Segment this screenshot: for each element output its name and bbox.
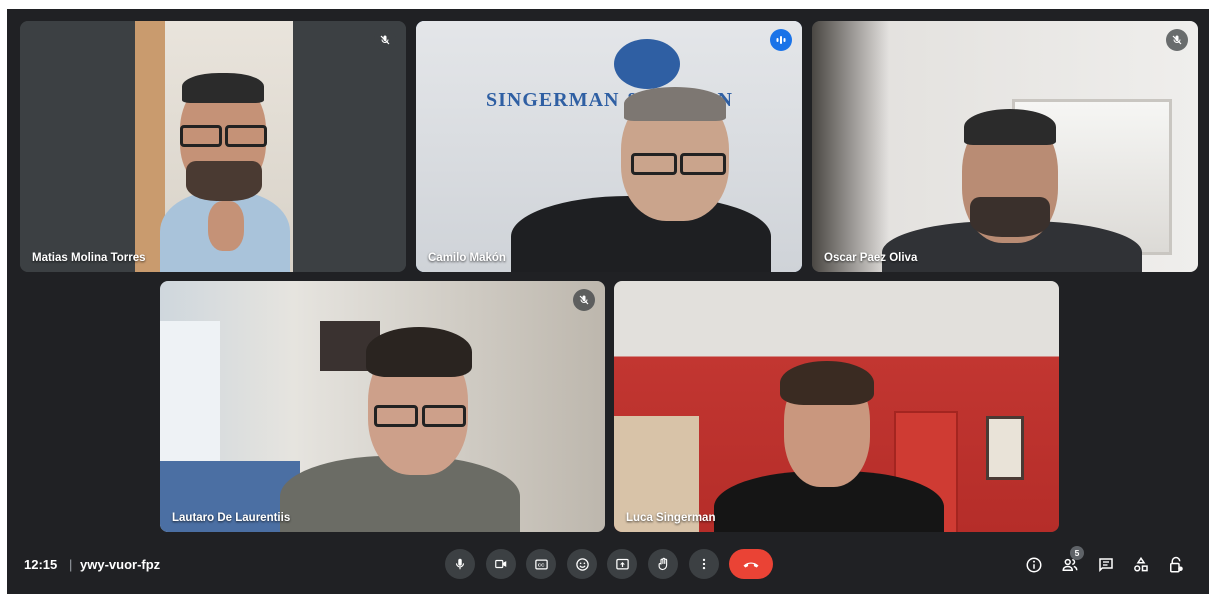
participant-name: Oscar Paez Oliva (824, 252, 918, 264)
divider: | (69, 557, 73, 572)
present-screen-button[interactable] (607, 549, 637, 579)
participant-tile-lautaro[interactable]: Lautaro De Laurentiis (160, 281, 605, 532)
participant-count-badge: 5 (1070, 546, 1084, 560)
participant-tile-oscar[interactable]: Oscar Paez Oliva (812, 21, 1198, 272)
speaking-indicator-icon (770, 29, 792, 51)
host-controls-button[interactable] (1165, 554, 1187, 576)
lock-person-icon (1170, 556, 1183, 573)
participant-name: Luca Singerman (626, 512, 716, 524)
present-icon (615, 558, 629, 569)
more-options-button[interactable] (689, 549, 719, 579)
more-options-icon (702, 558, 706, 570)
participant-name: Camilo Makón (428, 252, 506, 264)
captions-icon: CC (534, 559, 548, 569)
camera-icon (495, 559, 507, 569)
captions-button[interactable]: CC (526, 549, 556, 579)
end-call-icon (743, 562, 759, 568)
participant-tile-camilo[interactable]: SINGERMAN & MAKON Camilo Makón (416, 21, 802, 272)
chat-icon (1099, 558, 1113, 573)
raise-hand-icon (658, 557, 667, 570)
muted-mic-icon (1166, 29, 1188, 51)
video-feed (812, 21, 1198, 272)
meeting-details-button[interactable] (1023, 554, 1045, 576)
raise-hand-button[interactable] (648, 549, 678, 579)
end-call-button[interactable] (729, 549, 773, 579)
video-feed: SINGERMAN & MAKON (416, 21, 802, 272)
video-feed (614, 281, 1059, 532)
mic-icon (455, 558, 465, 570)
camera-toggle-button[interactable] (486, 549, 516, 579)
meeting-clock: 12:15 (24, 557, 58, 572)
people-button[interactable]: 5 (1059, 546, 1084, 576)
mic-toggle-button[interactable] (445, 549, 475, 579)
bottom-control-bar: 12:15 | ywy-vuor-fpz CC 5 (7, 541, 1209, 594)
meeting-stage: Matias Molina Torres SINGERMAN & MAKON C… (7, 9, 1209, 594)
activities-button[interactable] (1130, 554, 1152, 576)
participant-tile-luca[interactable]: Luca Singerman (614, 281, 1059, 532)
emoji-icon (575, 557, 589, 571)
participant-tile-matias[interactable]: Matias Molina Torres (20, 21, 406, 272)
chat-button[interactable] (1095, 554, 1117, 576)
svg-text:CC: CC (537, 562, 544, 567)
participant-name: Matias Molina Torres (32, 252, 146, 264)
participant-name: Lautaro De Laurentiis (172, 512, 291, 524)
video-feed (160, 281, 605, 532)
activities-icon (1134, 556, 1148, 572)
muted-mic-icon (374, 29, 396, 51)
video-feed (20, 21, 406, 272)
info-icon (1026, 557, 1042, 573)
meeting-code: ywy-vuor-fpz (80, 557, 161, 572)
muted-mic-icon (573, 289, 595, 311)
emoji-reactions-button[interactable] (567, 549, 597, 579)
